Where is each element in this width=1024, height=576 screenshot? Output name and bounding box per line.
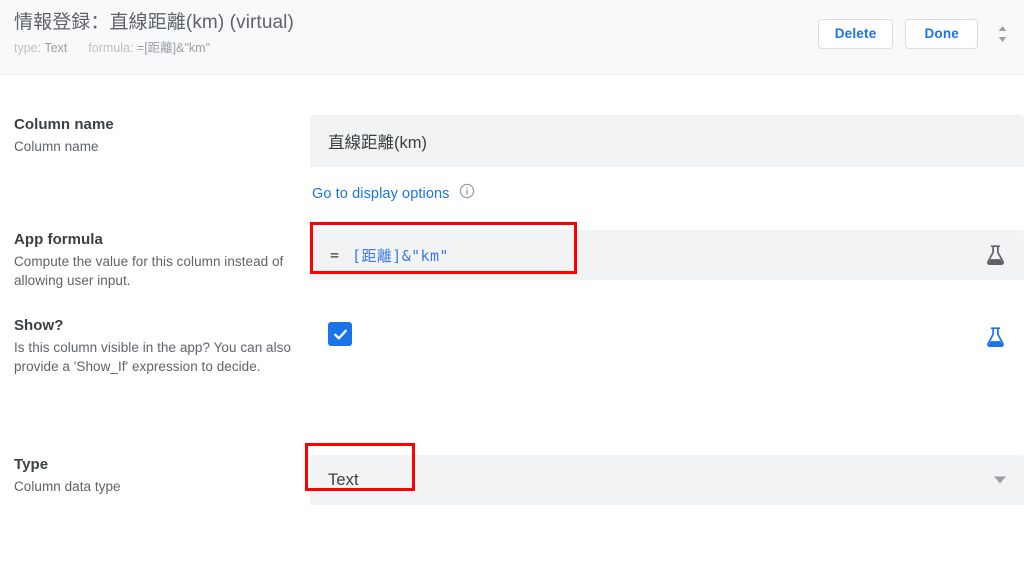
type-title: Type — [14, 456, 49, 473]
formula-expression: [距離]&"km" — [352, 246, 449, 265]
flask-icon[interactable] — [985, 326, 1006, 353]
chevron-down-icon[interactable] — [994, 476, 1006, 484]
done-button[interactable]: Done — [905, 19, 978, 49]
type-select[interactable]: Text — [310, 455, 1024, 505]
row-type: Type Column data type Text — [0, 416, 1024, 505]
display-options-row: Go to display options — [310, 183, 1024, 204]
app-formula-labels: App formula Compute the value for this c… — [14, 230, 310, 290]
app-formula-title: App formula — [14, 231, 103, 248]
column-name-field-wrap: 直線距離(km) Go to display options — [310, 115, 1024, 204]
go-to-display-options-link[interactable]: Go to display options — [312, 186, 450, 202]
meta-type-label: type: — [14, 41, 42, 55]
app-formula-input[interactable]: = [距離]&"km" — [310, 230, 1024, 280]
info-icon[interactable] — [459, 183, 475, 204]
app-formula-field-wrap: = [距離]&"km" — [310, 222, 1024, 280]
panel-body: Column name Column name 直線距離(km) Go to d… — [0, 75, 1024, 505]
column-name-labels: Column name Column name — [14, 115, 310, 156]
show-description: Is this column visible in the app? You c… — [14, 340, 292, 374]
app-formula-description: Compute the value for this column instea… — [14, 254, 284, 288]
show-checkbox[interactable] — [328, 322, 352, 346]
column-name-description: Column name — [14, 139, 99, 154]
show-labels: Show? Is this column visible in the app?… — [14, 316, 310, 376]
type-select-value: Text — [328, 470, 359, 489]
type-labels: Type Column data type — [14, 455, 310, 496]
flask-icon[interactable] — [985, 244, 1006, 266]
header-actions: Delete Done — [817, 19, 1012, 49]
column-name-input[interactable]: 直線距離(km) — [310, 115, 1024, 167]
column-name-title: Column name — [14, 116, 114, 133]
row-column-name: Column name Column name 直線距離(km) Go to d… — [0, 75, 1024, 204]
delete-button[interactable]: Delete — [817, 19, 894, 49]
type-field-wrap: Text — [305, 443, 1024, 505]
type-description: Column data type — [14, 479, 121, 494]
up-down-chevron-icon[interactable] — [992, 21, 1012, 47]
row-app-formula: App formula Compute the value for this c… — [0, 204, 1024, 290]
meta-formula-label: formula: — [88, 41, 134, 55]
show-title: Show? — [14, 317, 64, 334]
panel-header: 情報登録：直線距離(km) (virtual) type: Text formu… — [0, 0, 1024, 75]
meta-formula-value: =[距離]&"km" — [136, 41, 211, 55]
row-show: Show? Is this column visible in the app?… — [0, 290, 1024, 416]
meta-type-value: Text — [44, 41, 68, 55]
formula-equals-sign: = — [330, 246, 340, 264]
show-field-wrap — [310, 316, 1024, 416]
